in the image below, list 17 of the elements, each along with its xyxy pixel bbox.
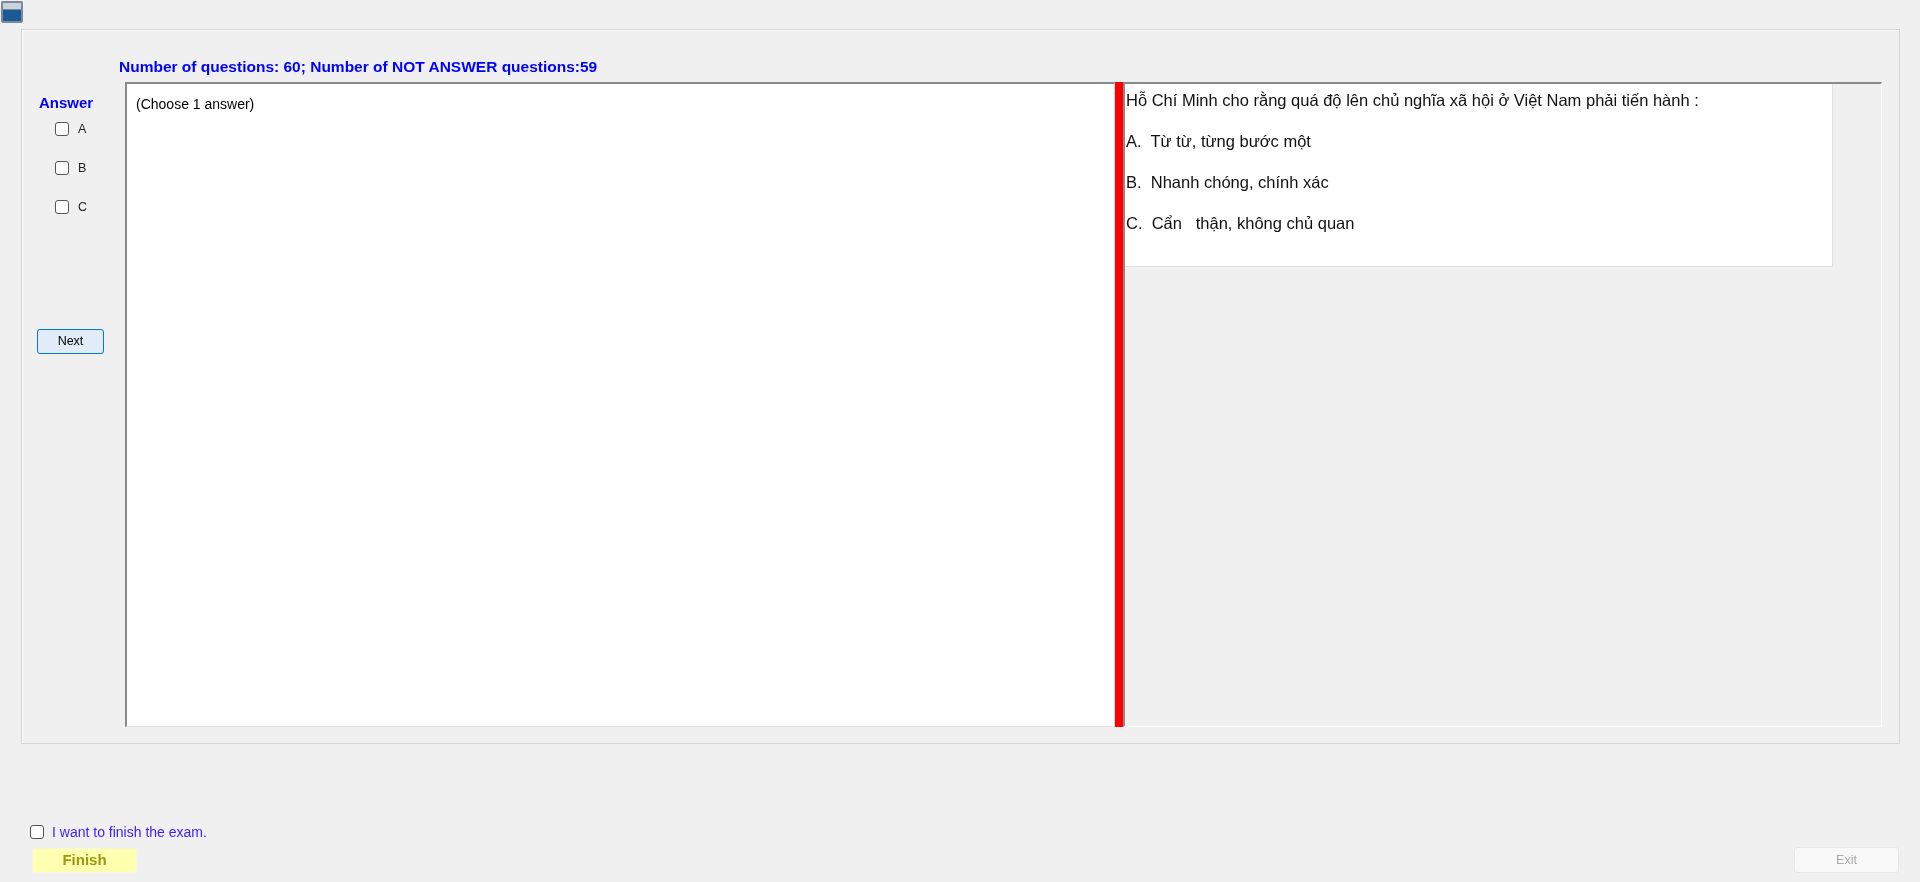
answer-checkbox[interactable] [55, 161, 69, 175]
choice-text: A. Từ từ, từng bước một [1126, 131, 1312, 151]
answer-checkbox[interactable] [55, 200, 69, 214]
answer-checkbox[interactable] [55, 122, 69, 136]
option-label[interactable]: C [78, 197, 88, 217]
option-label[interactable]: B [78, 158, 87, 178]
choice-text: B. Nhanh chóng, chính xác [1126, 172, 1330, 192]
question-text: Hỗ Chí Minh cho rằng quá độ lên chủ nghĩa xã hội ở Việt Nam phải tiến hành : [1126, 90, 1700, 110]
next-button[interactable]: Next [37, 329, 104, 354]
finish-confirm-checkbox[interactable] [30, 825, 44, 839]
answer-instruction: (Choose 1 answer) [136, 96, 255, 112]
app-icon [0, 0, 24, 24]
choice-text: C. Cẩn thận, không chủ quan [1126, 213, 1356, 233]
finish-confirm-label[interactable]: I want to finish the exam. [52, 821, 207, 843]
option-label[interactable]: A [78, 119, 87, 139]
question-count-heading: Number of questions: 60; Number of NOT ANSWER questions:59 [119, 58, 598, 75]
answer-heading: Answer [39, 94, 94, 112]
